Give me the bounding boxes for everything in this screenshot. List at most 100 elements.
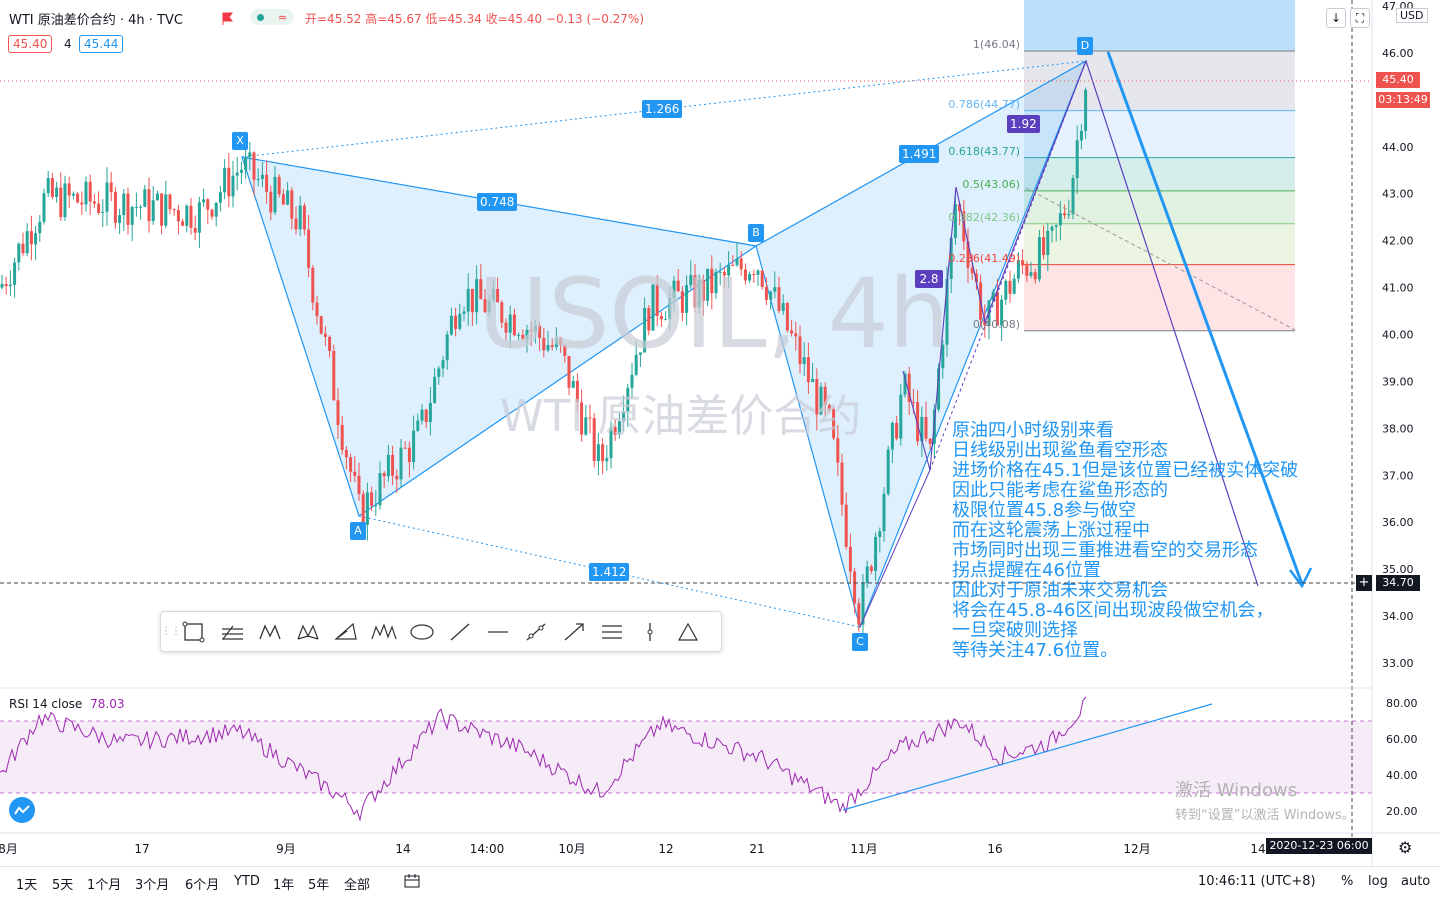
- pattern-point-b[interactable]: B: [748, 224, 764, 242]
- timeframe-button-1[interactable]: 5天: [52, 874, 73, 893]
- tradingview-logo-icon[interactable]: [9, 797, 35, 823]
- fullscreen-icon[interactable]: ⛶: [1350, 8, 1370, 28]
- xabcd-pattern-icon[interactable]: [251, 616, 289, 648]
- candle-body: [42, 193, 46, 222]
- horizontal-line-icon[interactable]: [479, 616, 517, 648]
- timeframe-button-0[interactable]: 1天: [16, 874, 37, 893]
- flag-icon[interactable]: [222, 10, 233, 25]
- candle-body: [386, 454, 390, 477]
- market-status-badge[interactable]: ≈: [250, 9, 294, 25]
- candle-body: [84, 181, 88, 205]
- triangle-pattern-icon[interactable]: [327, 616, 365, 648]
- candle-body: [76, 193, 80, 203]
- symbol-title[interactable]: WTI 原油差价合约 · 4h · TVC: [9, 9, 183, 28]
- timeframe-button-2[interactable]: 1个月: [87, 874, 121, 893]
- vertical-line-icon[interactable]: [631, 616, 669, 648]
- timeframe-button-5[interactable]: YTD: [234, 874, 260, 889]
- time-tick-11: 14: [1250, 842, 1265, 856]
- toolbar-drag-handle-icon[interactable]: ⋮⋮: [161, 626, 181, 637]
- crosshair-price-badge: 34.70: [1376, 575, 1420, 591]
- rsi-value: 78.03: [90, 697, 125, 711]
- timeframe-button-6[interactable]: 1年: [273, 874, 294, 893]
- candle-body: [46, 178, 50, 194]
- candle-32: [134, 192, 138, 217]
- candle-body: [869, 566, 873, 572]
- candle-body: [92, 201, 96, 204]
- arrow-tool-icon[interactable]: [555, 616, 593, 648]
- time-tick-2: 9月: [276, 842, 296, 856]
- rsi-tick-2: 40.00: [1386, 769, 1418, 782]
- price-tick-11: 36.00: [1382, 516, 1414, 529]
- timeframe-button-7[interactable]: 5年: [308, 874, 329, 893]
- rectangle-tool-icon[interactable]: [175, 616, 213, 648]
- fib-extension-zone: [1024, 0, 1295, 52]
- candle-38: [160, 193, 164, 235]
- utc-clock[interactable]: 10:46:11 (UTC+8): [1198, 874, 1316, 889]
- pattern-point-a[interactable]: A: [350, 522, 366, 540]
- elliott-wave-icon[interactable]: [365, 616, 403, 648]
- candle-body: [1033, 272, 1037, 280]
- title-text: WTI 原油差价合约 · 4h · TVC: [9, 13, 183, 28]
- candle-body: [433, 376, 437, 403]
- candle-body: [134, 206, 138, 208]
- ellipse-tool-icon[interactable]: [403, 616, 441, 648]
- candle-46: [193, 215, 197, 241]
- chart-stage[interactable]: 47.0046.0045.0044.0043.0042.0041.0040.00…: [0, 0, 1440, 897]
- bid-price-button[interactable]: 45.40: [8, 35, 53, 53]
- candle-48: [202, 188, 206, 207]
- candle-3: [13, 257, 17, 298]
- candle-body: [449, 315, 453, 335]
- percent-scale-toggle[interactable]: %: [1341, 874, 1353, 889]
- candle-body: [349, 457, 353, 472]
- rsi-legend[interactable]: RSI 14 close 78.03: [9, 697, 125, 711]
- plus-icon[interactable]: +: [1356, 575, 1372, 591]
- candle-body: [17, 243, 21, 263]
- settings-gear-icon[interactable]: ⚙: [1398, 838, 1412, 857]
- price-tick-10: 37.00: [1382, 469, 1414, 482]
- candle-239: [1004, 279, 1008, 305]
- annotation-line-0: 原油四小时级别来看: [952, 420, 1114, 441]
- candle-41: [172, 208, 176, 216]
- ray-tool-icon[interactable]: [517, 616, 555, 648]
- annotation-line-1: 日线级别出现鲨鱼看空形态: [952, 440, 1168, 461]
- fib-tool-icon[interactable]: [213, 616, 251, 648]
- candle-body: [164, 194, 168, 226]
- candle-body: [155, 193, 159, 201]
- candle-241: [1012, 274, 1016, 295]
- candle-body: [1058, 213, 1062, 226]
- parallel-channel-icon[interactable]: [593, 616, 631, 648]
- candle-body: [1084, 89, 1088, 131]
- trend-line-icon[interactable]: [441, 616, 479, 648]
- candle-body: [853, 571, 857, 604]
- candle-55: [231, 160, 235, 208]
- timeframe-button-3[interactable]: 3个月: [135, 874, 169, 893]
- measure-tool-icon[interactable]: [669, 616, 707, 648]
- log-scale-toggle[interactable]: log: [1368, 874, 1388, 889]
- candle-body: [441, 360, 445, 369]
- pattern-point-x[interactable]: X: [232, 132, 248, 150]
- candle-body: [323, 333, 327, 337]
- candle-50: [210, 208, 214, 220]
- pattern-point-d[interactable]: D: [1077, 37, 1093, 55]
- candle-body: [231, 175, 235, 197]
- candle-37: [155, 190, 159, 201]
- candle-body: [151, 200, 155, 222]
- candle-body: [1050, 226, 1054, 231]
- candle-29: [122, 189, 126, 231]
- annotation-line-3: 因此只能考虑在鲨鱼形态的: [952, 480, 1168, 501]
- cypher-pattern-icon[interactable]: [289, 616, 327, 648]
- analysis-annotation[interactable]: 原油四小时级别来看 日线级别出现鲨鱼看空形态 进场价格在45.1但是该位置已经被实体…: [952, 421, 1352, 661]
- auto-scale-toggle[interactable]: auto: [1401, 874, 1430, 889]
- pattern-point-c[interactable]: C: [852, 633, 868, 651]
- candle-body: [928, 438, 932, 444]
- scroll-down-icon[interactable]: ↓: [1326, 8, 1346, 28]
- candle-body: [256, 178, 260, 180]
- candle-211: [886, 445, 890, 497]
- candle-15: [63, 175, 67, 222]
- ask-price-button[interactable]: 45.44: [79, 35, 124, 53]
- candle-body: [857, 603, 861, 625]
- go-to-date-icon[interactable]: [404, 874, 422, 892]
- timeframe-button-4[interactable]: 6个月: [185, 874, 219, 893]
- candle-body: [34, 233, 38, 245]
- timeframe-button-8[interactable]: 全部: [344, 874, 370, 893]
